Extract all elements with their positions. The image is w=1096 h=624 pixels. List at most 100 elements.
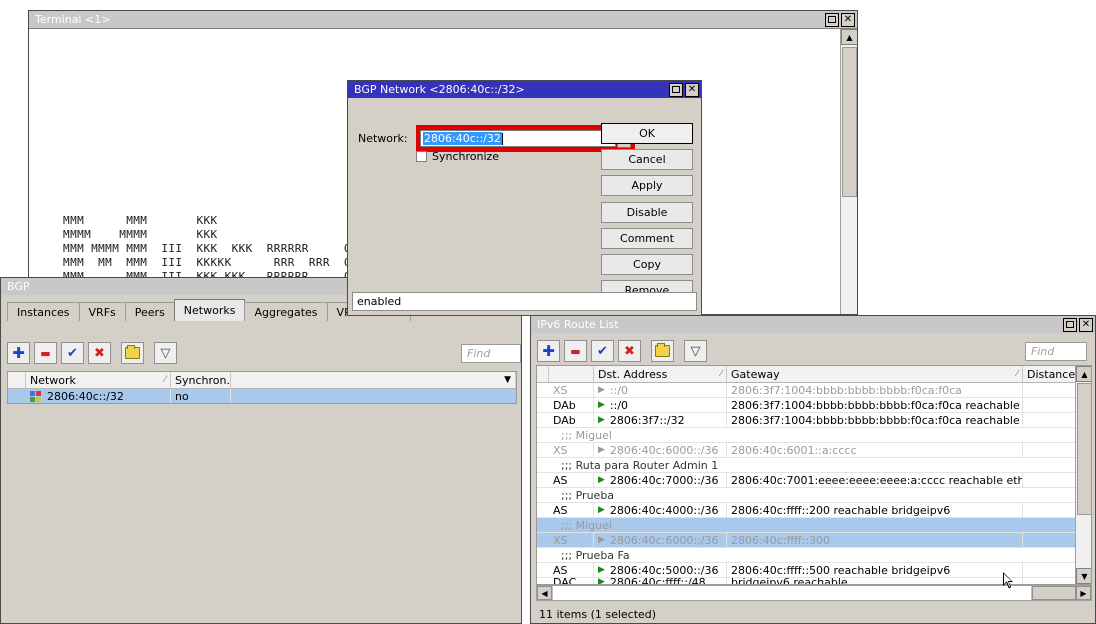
route-vertical-scrollbar[interactable]: ▲ ▼ [1075,366,1091,584]
terminal-vertical-scrollbar[interactable]: ▲ [840,29,857,314]
cell-distance [1023,563,1076,577]
cell-flags: XS [549,533,594,547]
th-column-menu[interactable]: ▼ [231,372,516,388]
tab-label: VRFs [89,306,116,319]
route-find-input[interactable]: Find [1025,342,1087,361]
ipv6-route-list-window[interactable]: IPv6 Route List ✕ Find [530,315,1096,624]
cell-text: 2806:40c:7000::/36 [610,474,719,487]
comment-icon[interactable] [121,342,144,364]
th-synchronize[interactable]: Synchron... [171,372,231,388]
remove-icon[interactable] [34,342,57,364]
scroll-thumb[interactable] [1077,383,1092,515]
synchronize-row[interactable]: Synchronize [416,150,499,163]
th-flags[interactable] [549,366,594,382]
table-row[interactable]: XS▶2806:40c:6000::/362806:40c:ffff::300 [537,533,1091,548]
filter-icon[interactable] [154,342,177,364]
route-window-titlebar[interactable]: IPv6 Route List ✕ [531,316,1095,333]
tab-instances[interactable]: Instances [7,302,80,321]
scroll-right-arrow-icon[interactable]: ▶ [1076,586,1091,600]
network-input[interactable]: 2806:40c::/32 [420,130,616,147]
disable-icon[interactable] [618,340,641,362]
cell-distance [1023,413,1076,427]
table-comment-row[interactable]: ;;; Miguel [537,428,1091,443]
tab-vrfs[interactable]: VRFs [79,302,126,321]
scroll-left-arrow-icon[interactable]: ◀ [537,586,552,600]
enable-icon[interactable] [591,340,614,362]
route-direction-icon: ▶ [598,565,605,575]
synchronize-checkbox[interactable] [416,151,427,162]
ok-button[interactable]: OK [601,123,693,144]
cell-distance [1023,578,1076,585]
row-spacer [537,458,549,472]
table-comment-row[interactable]: ;;; Prueba [537,488,1091,503]
table-row[interactable]: AS▶2806:40c:7000::/362806:40c:7001:eeee:… [537,473,1091,488]
table-row[interactable]: 2806:40c::/32 no [8,389,516,404]
th-gateway[interactable]: Gateway ⁄ [727,366,1023,382]
th-dst-address[interactable]: Dst. Address ⁄ [594,366,727,382]
cell-dst-address: ▶2806:40c:ffff::/48 [594,578,727,585]
cell-text: 2806:40c::/32 [47,390,124,403]
route-horizontal-scrollbar[interactable]: ◀ ▶ [536,585,1092,601]
bgp-networks-table[interactable]: Network ⁄ Synchron... ▼ 2806:40c::/32 [7,371,517,404]
tab-label: Peers [135,306,165,319]
cell-distance [1023,398,1076,412]
comment-button[interactable]: Comment [601,228,693,249]
cell-gateway: 2806:40c:ffff::200 reachable bridgeipv6 [727,503,1023,517]
bgp-find-input[interactable]: Find [461,344,521,363]
row-spacer [537,428,549,442]
tab-peers[interactable]: Peers [125,302,175,321]
table-row[interactable]: AS▶2806:40c:5000::/362806:40c:ffff::500 … [537,563,1091,578]
network-icon [30,391,43,402]
cell-text: 2806:40c:6000::/36 [610,534,719,547]
table-row[interactable]: DAb▶2806:3f7::/322806:3f7:1004:bbbb:bbbb… [537,413,1091,428]
bgp-network-dialog[interactable]: BGP Network <2806:40c::/32> ✕ Network: 2… [347,80,702,316]
scroll-down-arrow-icon[interactable]: ▼ [1076,568,1092,584]
maximize-icon[interactable] [825,13,839,27]
add-icon[interactable] [537,340,560,362]
table-comment-row[interactable]: ;;; Ruta para Router Admin 1 [537,458,1091,473]
scroll-thumb-h[interactable] [1032,586,1076,600]
cell-distance [1023,383,1076,397]
cell-dst-address: ▶::/0 [594,383,727,397]
copy-button[interactable]: Copy [601,254,693,275]
disable-icon[interactable] [88,342,111,364]
row-flag [8,389,26,403]
remove-icon[interactable] [564,340,587,362]
table-comment-row[interactable]: ;;; Prueba Fa [537,548,1091,563]
route-direction-icon: ▶ [598,578,605,585]
table-comment-row[interactable]: ;;; Miguel [537,518,1091,533]
th-distance[interactable]: Distance [1023,366,1076,382]
enable-icon[interactable] [61,342,84,364]
table-row[interactable]: AS▶2806:40c:4000::/362806:40c:ffff::200 … [537,503,1091,518]
th-network[interactable]: Network ⁄ [26,372,171,388]
bgp-window[interactable]: BGP Instances VRFs Peers Networks Aggreg… [0,277,522,624]
scroll-up-arrow-icon[interactable]: ▲ [1076,366,1092,382]
desktop: Terminal <1> ✕ MMM MMM KKK MMMM MMMM KKK… [0,0,1096,624]
maximize-icon[interactable] [1063,318,1077,332]
table-row[interactable]: DAC▶2806:40c:ffff::/48bridgeipv6 reachab… [537,578,1091,585]
close-icon[interactable]: ✕ [685,83,699,97]
terminal-titlebar[interactable]: Terminal <1> ✕ [29,11,857,28]
comment-icon[interactable] [651,340,674,362]
table-row[interactable]: XS▶2806:40c:6000::/362806:40c:6001::a:cc… [537,443,1091,458]
bgp-dialog-titlebar[interactable]: BGP Network <2806:40c::/32> ✕ [348,81,701,98]
route-window-title: IPv6 Route List [537,316,1063,333]
scroll-up-arrow-icon[interactable]: ▲ [841,29,857,45]
route-table[interactable]: Dst. Address ⁄ Gateway ⁄ Distance ▼ XS▶:… [536,365,1092,585]
add-icon[interactable] [7,342,30,364]
scroll-thumb[interactable] [842,47,857,197]
tab-networks[interactable]: Networks [174,299,246,321]
cell-distance [1023,503,1076,517]
scroll-track[interactable] [552,586,1032,600]
maximize-icon[interactable] [669,83,683,97]
apply-button[interactable]: Apply [601,175,693,196]
table-row[interactable]: DAb▶::/02806:3f7:1004:bbbb:bbbb:bbbb:f0c… [537,398,1091,413]
cell-dst-address: ▶2806:40c:4000::/36 [594,503,727,517]
disable-button[interactable]: Disable [601,202,693,223]
close-icon[interactable]: ✕ [841,13,855,27]
tab-aggregates[interactable]: Aggregates [244,302,327,321]
close-icon[interactable]: ✕ [1079,318,1093,332]
filter-icon[interactable] [684,340,707,362]
table-row[interactable]: XS▶::/02806:3f7:1004:bbbb:bbbb:bbbb:f0ca… [537,383,1091,398]
cancel-button[interactable]: Cancel [601,149,693,170]
